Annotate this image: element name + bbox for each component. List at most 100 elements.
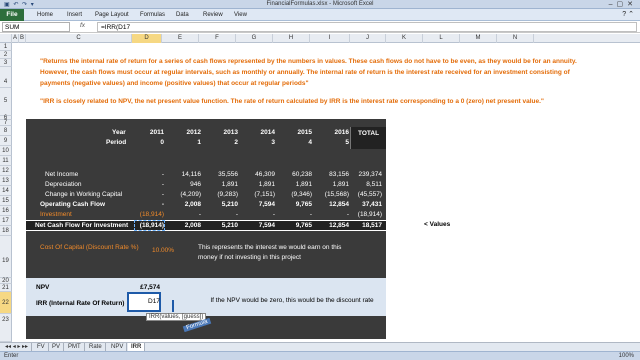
zoom-level[interactable]: 100% bbox=[619, 352, 634, 360]
tab-page-layout[interactable]: Page Layout bbox=[95, 9, 129, 21]
row-header-19[interactable]: 19 bbox=[0, 236, 12, 278]
net-income-cell[interactable]: - bbox=[128, 171, 164, 178]
working-capital-cell[interactable]: (4,209) bbox=[165, 191, 201, 198]
column-header-c[interactable]: C bbox=[26, 34, 132, 43]
working-capital-cell[interactable]: (7,151) bbox=[239, 191, 275, 198]
column-header-i[interactable]: I bbox=[310, 34, 350, 43]
row-header-10[interactable]: 10 bbox=[0, 146, 12, 156]
row-header-14[interactable]: 14 bbox=[0, 186, 12, 196]
year-cell[interactable]: 2015 bbox=[276, 129, 312, 136]
column-header-d[interactable]: D bbox=[132, 34, 162, 43]
working-capital-cell[interactable]: - bbox=[128, 191, 164, 198]
investment-cell[interactable]: - bbox=[313, 211, 349, 218]
function-tooltip[interactable]: IRR(values, [guess]) bbox=[146, 313, 207, 321]
depreciation-cell[interactable]: 946 bbox=[165, 181, 201, 188]
net-cash-flow-cell[interactable]: 2,008 bbox=[165, 222, 201, 229]
row-header-8[interactable]: 8 bbox=[0, 126, 12, 136]
working-capital-cell[interactable]: (9,346) bbox=[276, 191, 312, 198]
row-header-11[interactable]: 11 bbox=[0, 156, 12, 166]
column-header-a[interactable]: A bbox=[12, 34, 19, 43]
tab-insert[interactable]: Insert bbox=[67, 9, 82, 21]
investment-cell[interactable]: - bbox=[239, 211, 275, 218]
column-header-g[interactable]: G bbox=[236, 34, 273, 43]
operating-cash-flow-cell[interactable]: 7,594 bbox=[239, 201, 275, 208]
net-income-cell[interactable]: 35,556 bbox=[202, 171, 238, 178]
column-header-j[interactable]: J bbox=[350, 34, 386, 43]
tab-view[interactable]: View bbox=[234, 9, 247, 21]
tab-home[interactable]: Home bbox=[37, 9, 53, 21]
operating-cash-flow-total[interactable]: 37,431 bbox=[346, 201, 382, 208]
net-income-cell[interactable]: 14,116 bbox=[165, 171, 201, 178]
column-header-l[interactable]: L bbox=[423, 34, 460, 43]
formula-input[interactable]: =IRR(D17 bbox=[97, 22, 637, 32]
net-income-cell[interactable]: 46,309 bbox=[239, 171, 275, 178]
depreciation-cell[interactable]: 1,891 bbox=[313, 181, 349, 188]
period-cell[interactable]: 2 bbox=[202, 139, 238, 146]
irr-cell-editor[interactable]: D17 bbox=[127, 292, 161, 312]
depreciation-total[interactable]: 8,511 bbox=[346, 181, 382, 188]
net-cash-flow-cell[interactable]: (18,914) bbox=[128, 222, 164, 229]
row-header-21[interactable]: 21 bbox=[0, 284, 12, 292]
cost-of-capital-value[interactable]: 10.00% bbox=[152, 247, 174, 254]
net-cash-flow-cell[interactable]: 9,765 bbox=[276, 222, 312, 229]
net-cash-flow-cell[interactable]: 12,854 bbox=[313, 222, 349, 229]
select-all-corner[interactable] bbox=[0, 34, 12, 43]
npv-value[interactable]: £7,574 bbox=[136, 284, 160, 291]
row-header-12[interactable]: 12 bbox=[0, 166, 12, 176]
investment-cell[interactable]: - bbox=[202, 211, 238, 218]
tab-formulas[interactable]: Formulas bbox=[140, 9, 165, 21]
net-income-cell[interactable]: 60,238 bbox=[276, 171, 312, 178]
net-income-total[interactable]: 239,374 bbox=[346, 171, 383, 178]
period-cell[interactable]: 1 bbox=[165, 139, 201, 146]
column-header-b[interactable]: B bbox=[19, 34, 26, 43]
row-header-9[interactable]: 9 bbox=[0, 136, 12, 146]
row-header-17[interactable]: 17 bbox=[0, 216, 12, 226]
working-capital-cell[interactable]: (9,283) bbox=[202, 191, 238, 198]
operating-cash-flow-cell[interactable]: 12,854 bbox=[313, 201, 349, 208]
operating-cash-flow-cell[interactable]: 5,210 bbox=[202, 201, 238, 208]
investment-cell[interactable]: - bbox=[165, 211, 201, 218]
operating-cash-flow-cell[interactable]: 2,008 bbox=[165, 201, 201, 208]
help-icon[interactable]: ? ⌃ bbox=[622, 9, 634, 21]
depreciation-cell[interactable]: 1,891 bbox=[239, 181, 275, 188]
row-header-13[interactable]: 13 bbox=[0, 176, 12, 186]
fx-icon[interactable]: fx bbox=[80, 22, 85, 29]
depreciation-cell[interactable]: 1,891 bbox=[276, 181, 312, 188]
column-header-f[interactable]: F bbox=[199, 34, 236, 43]
row-header-2[interactable]: 2 bbox=[0, 51, 12, 59]
year-cell[interactable]: 2011 bbox=[128, 129, 164, 136]
period-cell[interactable]: 5 bbox=[313, 139, 349, 146]
net-cash-flow-total[interactable]: 18,517 bbox=[346, 222, 382, 229]
column-header-k[interactable]: K bbox=[386, 34, 423, 43]
year-cell[interactable]: 2012 bbox=[165, 129, 201, 136]
row-header-5[interactable]: 5 bbox=[0, 88, 12, 116]
working-capital-cell[interactable]: (15,568) bbox=[313, 191, 349, 198]
investment-cell[interactable]: - bbox=[276, 211, 312, 218]
row-header-4[interactable]: 4 bbox=[0, 67, 12, 88]
working-capital-total[interactable]: (45,557) bbox=[346, 191, 382, 198]
column-header-m[interactable]: M bbox=[460, 34, 497, 43]
row-header-1[interactable]: 1 bbox=[0, 43, 12, 51]
file-tab[interactable]: File bbox=[0, 9, 24, 21]
depreciation-cell[interactable]: 1,891 bbox=[202, 181, 238, 188]
operating-cash-flow-cell[interactable]: 9,765 bbox=[276, 201, 312, 208]
investment-cell[interactable]: (18,914) bbox=[128, 211, 164, 218]
tab-data[interactable]: Data bbox=[176, 9, 189, 21]
row-header-3[interactable]: 3 bbox=[0, 59, 12, 67]
period-cell[interactable]: 0 bbox=[128, 139, 164, 146]
depreciation-cell[interactable]: - bbox=[128, 181, 164, 188]
row-header-16[interactable]: 16 bbox=[0, 206, 12, 216]
tab-review[interactable]: Review bbox=[203, 9, 223, 21]
column-header-h[interactable]: H bbox=[273, 34, 310, 43]
net-cash-flow-cell[interactable]: 5,210 bbox=[202, 222, 238, 229]
row-header-22[interactable]: 22 bbox=[0, 292, 12, 314]
investment-total[interactable]: (18,914) bbox=[346, 211, 382, 218]
period-cell[interactable]: 3 bbox=[239, 139, 275, 146]
name-box[interactable]: SUM bbox=[2, 22, 70, 32]
year-cell[interactable]: 2013 bbox=[202, 129, 238, 136]
net-cash-flow-cell[interactable]: 7,594 bbox=[239, 222, 275, 229]
row-header-23[interactable]: 23 bbox=[0, 314, 12, 342]
row-header-15[interactable]: 15 bbox=[0, 196, 12, 206]
column-header-n[interactable]: N bbox=[497, 34, 534, 43]
window-controls[interactable]: –▢✕ bbox=[609, 0, 637, 8]
